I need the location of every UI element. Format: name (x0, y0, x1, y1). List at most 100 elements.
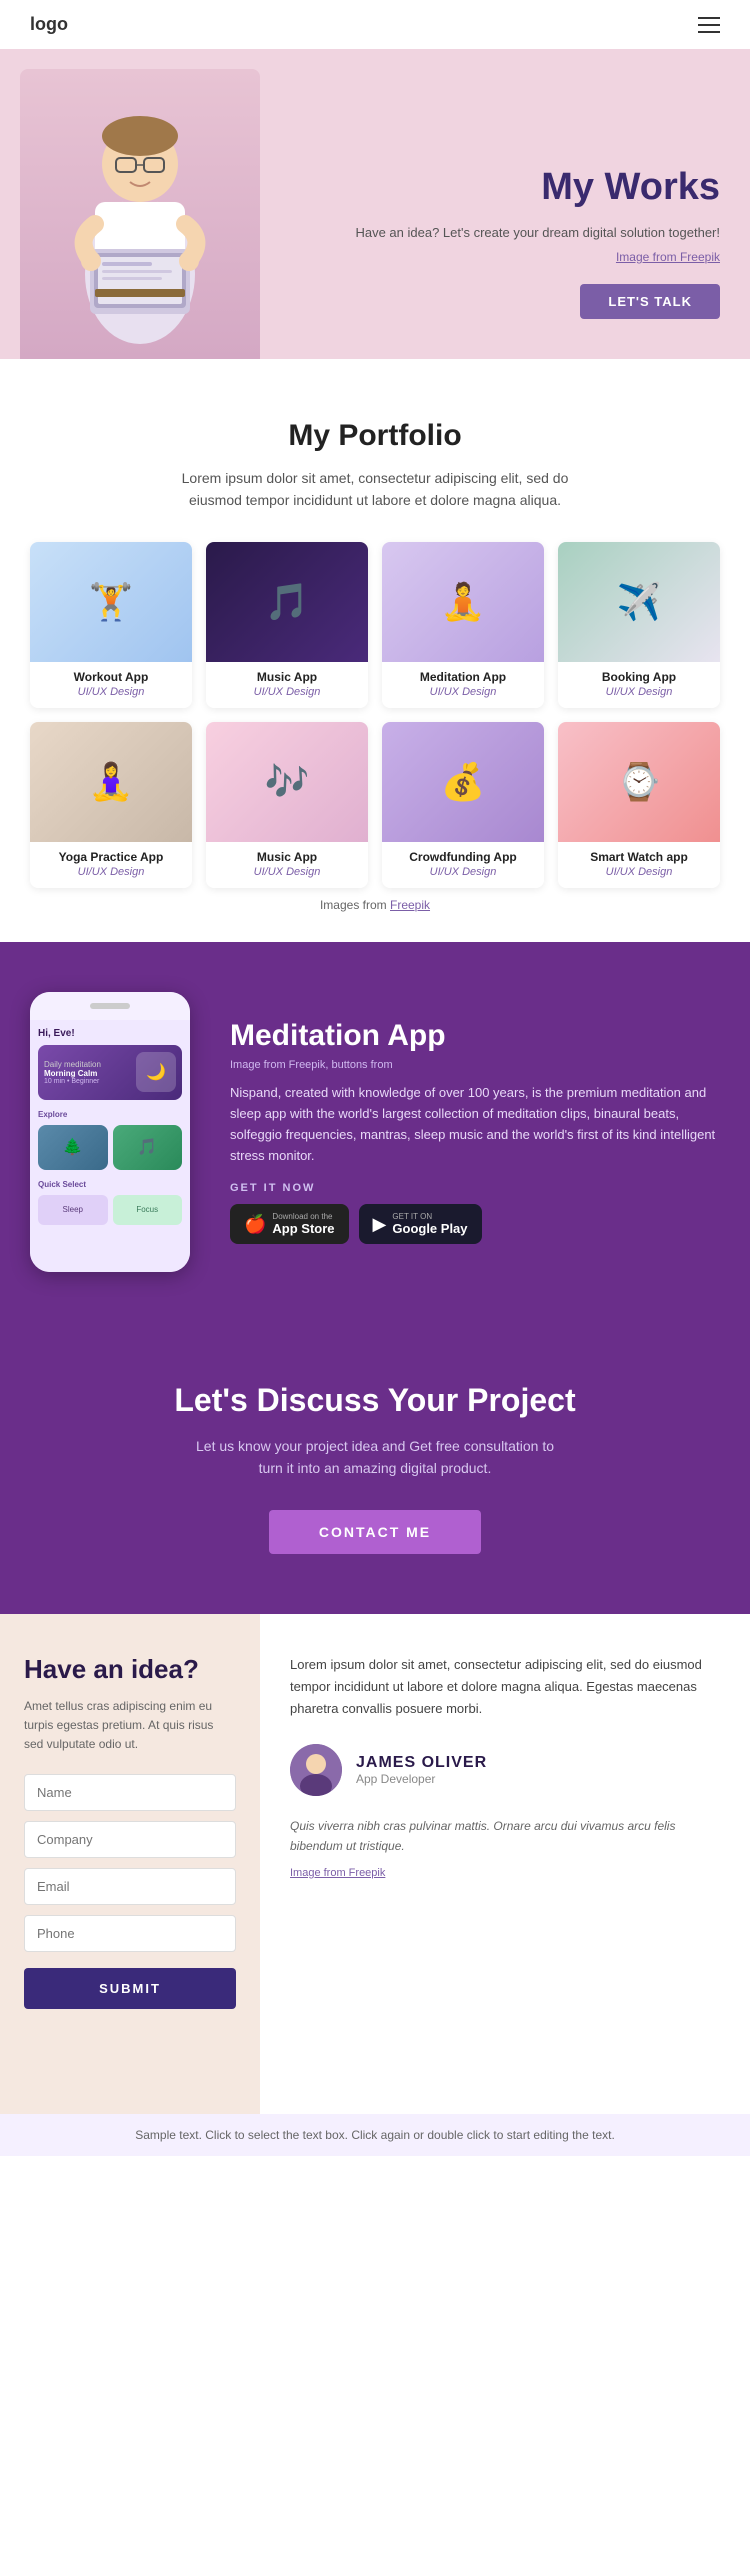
portfolio-card[interactable]: ⌚ Smart Watch app UI/UX Design (558, 722, 720, 888)
freepik-idea-link[interactable]: Image from Freepik (290, 1867, 385, 1879)
phone-app-content: Hi, Eve! Daily meditation Morning Calm 1… (30, 1020, 190, 1272)
hamburger-menu[interactable] (698, 17, 720, 33)
phone-quick-row: Sleep Focus (38, 1195, 182, 1225)
portfolio-card-title-2: Meditation App (382, 662, 544, 686)
discuss-subtitle: Let us know your project idea and Get fr… (185, 1435, 565, 1480)
hamburger-line (698, 24, 720, 26)
phone-notch (90, 1003, 130, 1009)
portfolio-card-image-3: ✈️ (558, 542, 720, 662)
header: logo (0, 0, 750, 49)
portfolio-card-title-0: Workout App (30, 662, 192, 686)
freepik-portfolio-link[interactable]: Freepik (390, 898, 430, 912)
phone-greeting: Hi, Eve! (38, 1028, 182, 1039)
google-play-icon: ▶ (373, 1214, 387, 1235)
meditation-content: Meditation App Image from Freepik, butto… (230, 1019, 720, 1244)
contact-me-button[interactable]: CONTACT ME (269, 1510, 481, 1554)
portfolio-card-sub-1: UI/UX Design (206, 686, 368, 708)
portfolio-card-title-3: Booking App (558, 662, 720, 686)
phone-section-label: Explore (38, 1110, 182, 1119)
google-play-button[interactable]: ▶ GET IT ON Google Play (359, 1204, 482, 1244)
portfolio-card-sub-6: UI/UX Design (382, 866, 544, 888)
portfolio-card[interactable]: 💰 Crowdfunding App UI/UX Design (382, 722, 544, 888)
google-play-sub: GET IT ON (392, 1212, 467, 1221)
idea-testimonial: Lorem ipsum dolor sit amet, consectetur … (260, 1614, 750, 2114)
meditation-desc: Nispand, created with knowledge of over … (230, 1083, 720, 1166)
author-row: JAMES OLIVER App Developer (290, 1744, 720, 1796)
hero-subtitle: Have an idea? Let's create your dream di… (290, 223, 720, 243)
portfolio-section: My Portfolio Lorem ipsum dolor sit amet,… (0, 359, 750, 942)
portfolio-card[interactable]: 🏋️ Workout App UI/UX Design (30, 542, 192, 708)
portfolio-card-title-5: Music App (206, 842, 368, 866)
app-store-button[interactable]: 🍎 Download on the App Store (230, 1204, 349, 1244)
idea-form-panel: Have an idea? Amet tellus cras adipiscin… (0, 1614, 260, 2114)
portfolio-card-title-7: Smart Watch app (558, 842, 720, 866)
footer-text: Sample text. Click to select the text bo… (135, 2128, 615, 2142)
lets-talk-button[interactable]: LET'S TALK (580, 284, 720, 319)
freepik-link[interactable]: Image from Freepik (616, 250, 720, 264)
author-avatar (290, 1744, 342, 1796)
portfolio-card-sub-5: UI/UX Design (206, 866, 368, 888)
idea-description: Amet tellus cras adipiscing enim eu turp… (24, 1697, 236, 1755)
portfolio-card[interactable]: 🎵 Music App UI/UX Design (206, 542, 368, 708)
portfolio-card-image-0: 🏋️ (30, 542, 192, 662)
portfolio-card-sub-7: UI/UX Design (558, 866, 720, 888)
meditation-section: Hi, Eve! Daily meditation Morning Calm 1… (0, 942, 750, 1322)
idea-section: Have an idea? Amet tellus cras adipiscin… (0, 1614, 750, 2114)
quote-text: Quis viverra nibh cras pulvinar mattis. … (290, 1816, 720, 1857)
google-play-text: GET IT ON Google Play (392, 1212, 467, 1236)
google-play-label: Google Play (392, 1221, 467, 1236)
discuss-section: Let's Discuss Your Project Let us know y… (0, 1322, 750, 1614)
phone-mini-card-2: 🎵 (113, 1125, 183, 1170)
get-it-now-label: GET IT NOW (230, 1182, 720, 1194)
hamburger-line (698, 17, 720, 19)
portfolio-card-sub-0: UI/UX Design (30, 686, 192, 708)
portfolio-card-sub-2: UI/UX Design (382, 686, 544, 708)
portfolio-card[interactable]: 🎶 Music App UI/UX Design (206, 722, 368, 888)
name-input[interactable] (24, 1774, 236, 1811)
author-role: App Developer (356, 1772, 487, 1786)
portfolio-card-sub-3: UI/UX Design (558, 686, 720, 708)
submit-button[interactable]: SUBMIT (24, 1968, 236, 2009)
author-info: JAMES OLIVER App Developer (356, 1754, 487, 1786)
hero-section: My Works Have an idea? Let's create your… (0, 49, 750, 359)
hero-title: My Works (290, 167, 720, 209)
portfolio-card-image-7: ⌚ (558, 722, 720, 842)
portfolio-card[interactable]: ✈️ Booking App UI/UX Design (558, 542, 720, 708)
hero-person-illustration (20, 69, 260, 359)
portfolio-card-title-1: Music App (206, 662, 368, 686)
logo: logo (30, 14, 68, 35)
author-name: JAMES OLIVER (356, 1754, 487, 1772)
portfolio-card-sub-4: UI/UX Design (30, 866, 192, 888)
company-input[interactable] (24, 1821, 236, 1858)
app-store-sub: Download on the (272, 1212, 334, 1221)
phone-card-text: Morning Calm (44, 1069, 136, 1078)
portfolio-card[interactable]: 🧘‍♀️ Yoga Practice App UI/UX Design (30, 722, 192, 888)
phone-featured-card: Daily meditation Morning Calm 10 min • B… (38, 1045, 182, 1100)
phone-mini-card-1: 🌲 (38, 1125, 108, 1170)
meditation-title: Meditation App (230, 1019, 720, 1053)
hero-content: My Works Have an idea? Let's create your… (280, 127, 750, 359)
portfolio-card[interactable]: 🧘 Meditation App UI/UX Design (382, 542, 544, 708)
portfolio-card-image-5: 🎶 (206, 722, 368, 842)
hero-image (0, 49, 280, 359)
email-input[interactable] (24, 1868, 236, 1905)
portfolio-grid: 🏋️ Workout App UI/UX Design 🎵 Music App … (30, 542, 720, 888)
phone-mockup: Hi, Eve! Daily meditation Morning Calm 1… (30, 992, 190, 1272)
quick-item-1: Sleep (38, 1195, 108, 1225)
portfolio-note-text: Images from (320, 898, 390, 912)
portfolio-note: Images from Freepik (30, 898, 720, 912)
portfolio-card-image-1: 🎵 (206, 542, 368, 662)
freepik-note: Image from Freepik (290, 1867, 720, 1879)
phone-input[interactable] (24, 1915, 236, 1952)
testimonial-text: Lorem ipsum dolor sit amet, consectetur … (290, 1654, 720, 1720)
portfolio-card-image-4: 🧘‍♀️ (30, 722, 192, 842)
portfolio-card-image-2: 🧘 (382, 542, 544, 662)
apple-icon: 🍎 (244, 1214, 266, 1235)
portfolio-title: My Portfolio (30, 419, 720, 453)
app-store-label: App Store (272, 1221, 334, 1236)
meditation-image-note: Image from Freepik, buttons from (230, 1059, 720, 1071)
portfolio-card-title-4: Yoga Practice App (30, 842, 192, 866)
phone-top-bar (30, 992, 190, 1020)
hamburger-line (698, 31, 720, 33)
phone-card-row: 🌲 🎵 (38, 1125, 182, 1170)
